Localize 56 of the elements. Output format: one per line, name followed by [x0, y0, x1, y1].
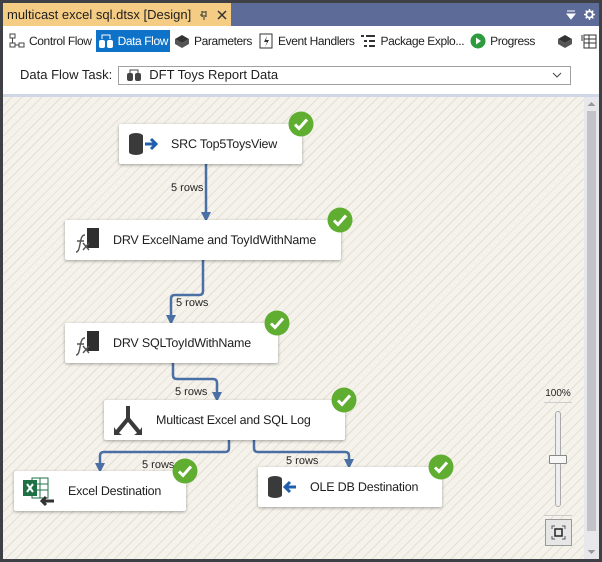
component-label: DRV ExcelName and ToyIdWithName	[113, 232, 316, 249]
flow-chart-icon	[9, 33, 25, 49]
cylinders-icon	[127, 69, 142, 81]
component-label: Excel Destination	[68, 482, 162, 500]
row-count: 5 rows	[142, 460, 174, 471]
tree-list-icon	[360, 33, 376, 49]
component-label: OLE DB Destination	[310, 478, 418, 496]
component-label: SRC Top5ToysView	[171, 136, 278, 153]
function-icon	[73, 329, 101, 357]
spreadsheet-arrow-icon	[22, 476, 56, 506]
designer-tab[interactable]: Data Flow	[96, 30, 170, 52]
pin-icon[interactable]	[199, 10, 210, 20]
cylinders-icon	[98, 33, 114, 49]
dropdown-icon[interactable]	[566, 10, 576, 20]
designer-tab[interactable]: Progress	[468, 30, 537, 52]
data-flow-component[interactable]: OLE DB Destination	[258, 467, 442, 507]
data-flow-component[interactable]: Multicast Excel and SQL Log	[104, 400, 345, 440]
designer-tab[interactable]: Event Handlers	[256, 30, 356, 52]
database-arrow-icon	[266, 475, 298, 499]
task-dropdown[interactable]: DFT Toys Report Data	[118, 66, 571, 84]
task-label: Data Flow Task:	[20, 66, 112, 84]
function-icon	[73, 226, 101, 254]
connector-arrow	[201, 164, 211, 222]
designer-tab[interactable]: Package Explo...	[358, 30, 466, 52]
row-count: 5 rows	[286, 456, 318, 467]
document-tab[interactable]: multicast excel sql.dtsx [Design]	[3, 3, 232, 26]
zoom-percent: 100%	[545, 389, 571, 399]
data-flow-component[interactable]: DRV ExcelName and ToyIdWithName	[65, 220, 341, 260]
chevron-down-icon	[552, 72, 562, 78]
connector-arrow	[172, 363, 222, 402]
data-flow-component[interactable]: DRV SQLToyIdWithName	[65, 323, 278, 363]
row-count: 5 rows	[176, 298, 208, 309]
tab-title: multicast excel sql.dtsx [Design]	[7, 6, 192, 24]
data-flow-component[interactable]: Excel Destination	[14, 471, 186, 511]
task-value: DFT Toys Report Data	[149, 66, 280, 84]
component-label: Multicast Excel and SQL Log	[156, 412, 311, 429]
settings-icon[interactable]	[584, 9, 595, 20]
data-flow-component[interactable]: SRC Top5ToysView	[119, 124, 302, 164]
fit-icon	[550, 525, 566, 540]
close-icon[interactable]	[217, 10, 228, 20]
scroll-thumb[interactable]	[587, 111, 596, 531]
database-arrow-icon	[127, 132, 159, 156]
play-icon	[470, 33, 486, 49]
component-label: DRV SQLToyIdWithName	[113, 334, 251, 352]
zoom-slider-thumb[interactable]	[549, 455, 567, 464]
zoom-to-fit-button[interactable]	[544, 519, 572, 546]
designer-tab[interactable]: Parameters	[172, 30, 254, 52]
lightning-document-icon	[258, 33, 274, 49]
vertical-scrollbar[interactable]	[584, 97, 599, 559]
row-count: 5 rows	[171, 183, 204, 194]
box-icon[interactable]	[557, 33, 573, 49]
designer-tab[interactable]: Control Flow	[7, 30, 94, 52]
box-icon	[174, 33, 190, 49]
grid-icon[interactable]	[581, 33, 597, 49]
row-count: 5 rows	[175, 387, 208, 398]
split-arrows-icon	[112, 404, 144, 436]
